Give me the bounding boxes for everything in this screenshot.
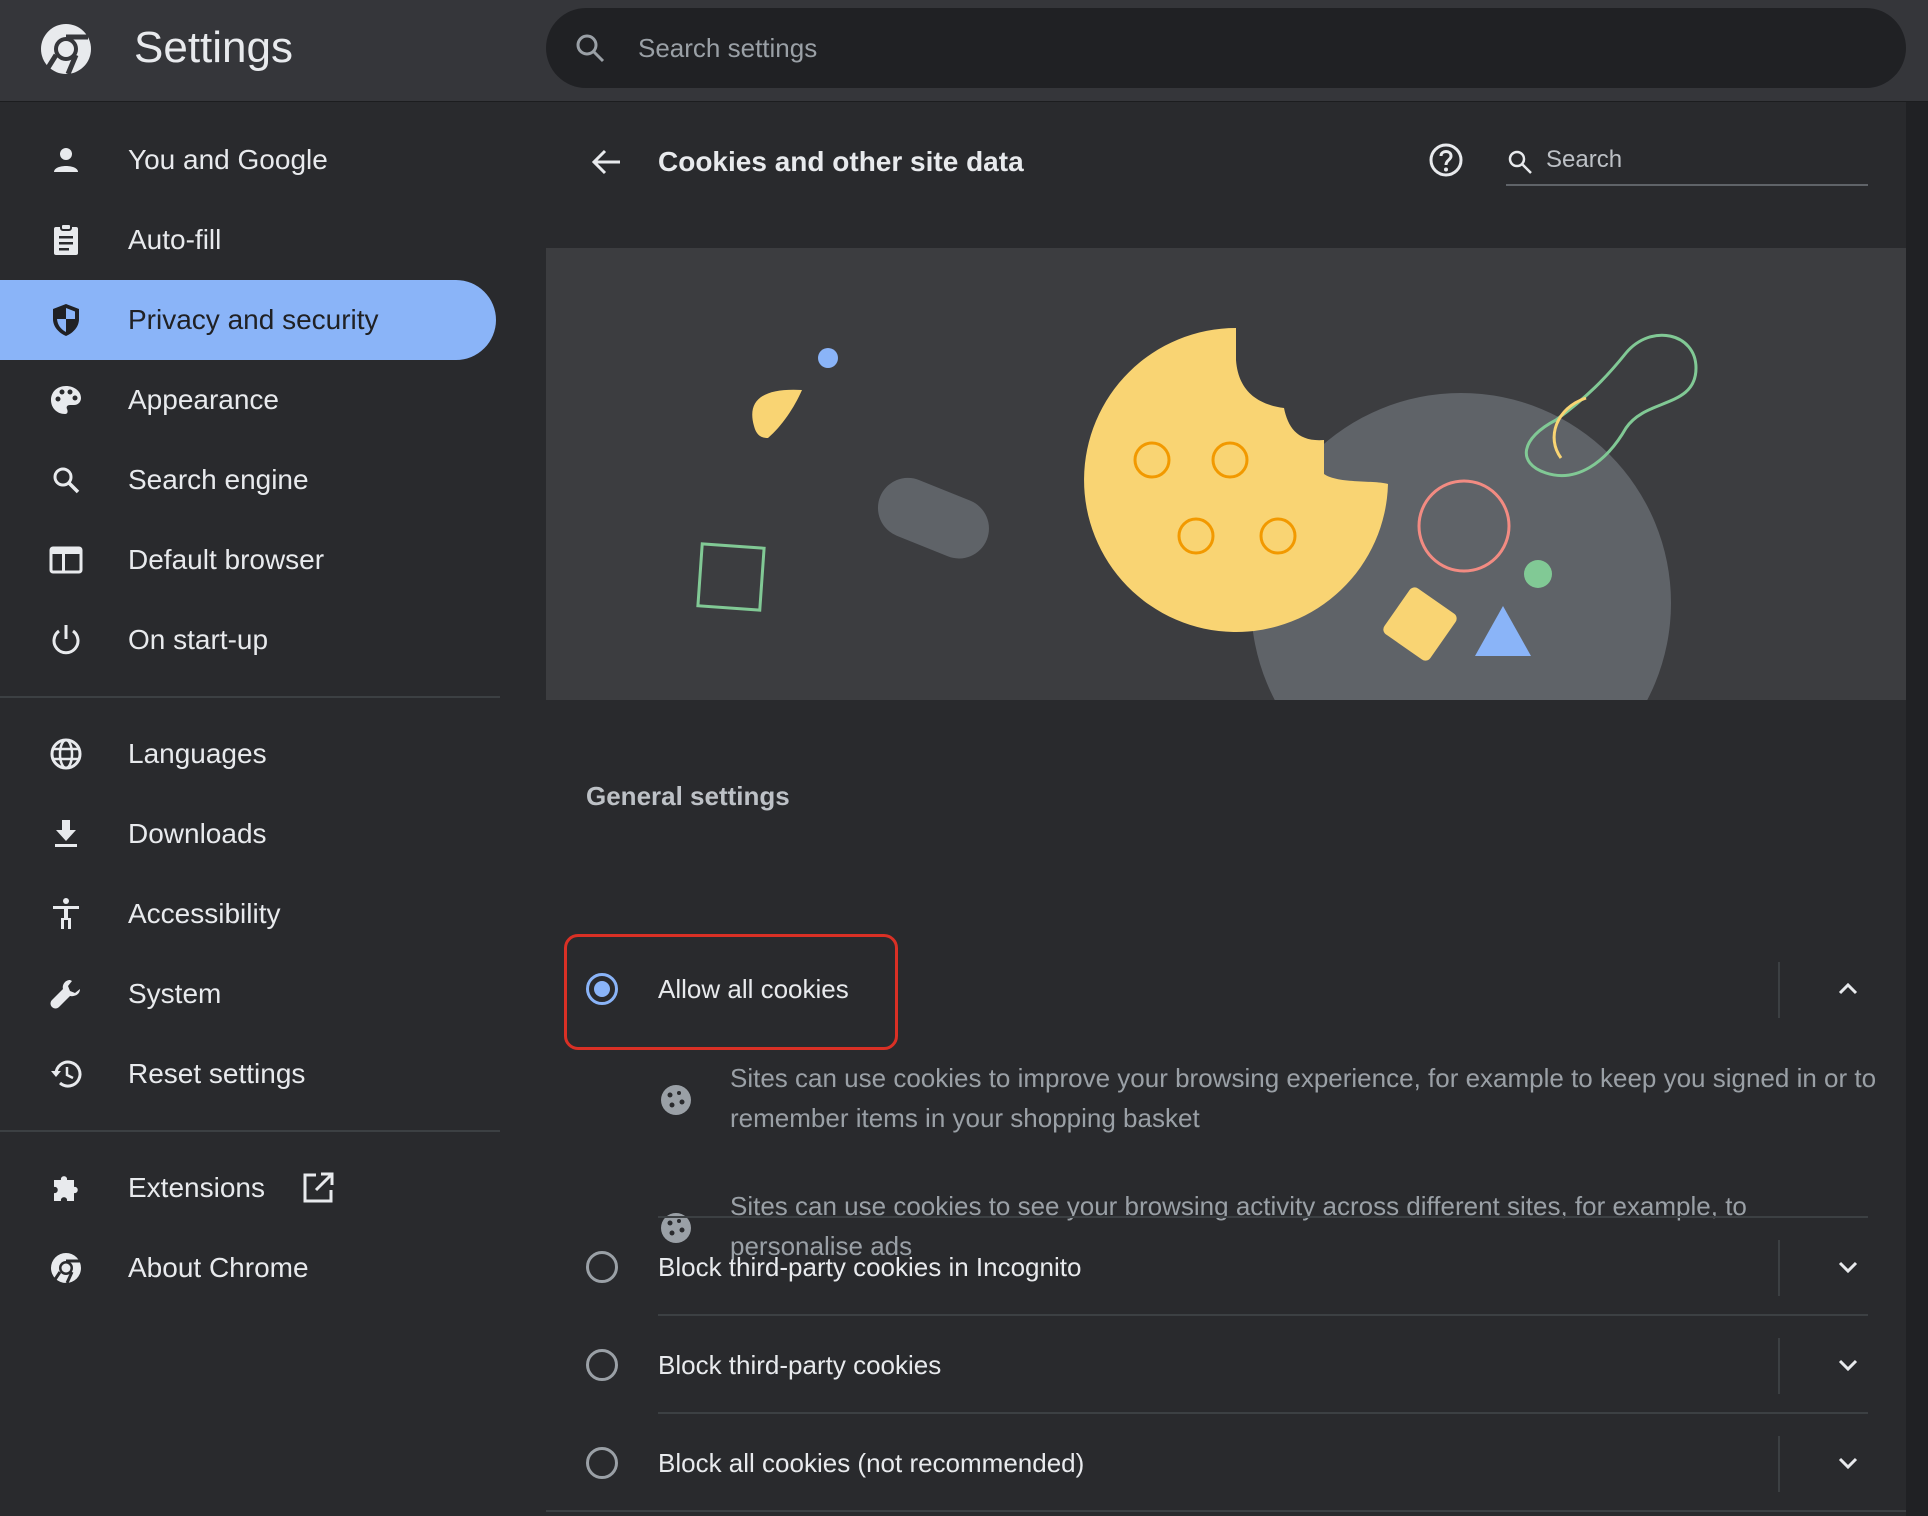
sidebar-item-autofill[interactable]: Auto-fill	[0, 200, 496, 280]
sidebar-item-label: Languages	[128, 738, 267, 769]
sidebar-divider	[0, 1130, 500, 1132]
browser-icon	[49, 546, 83, 574]
sidebar-item-label: Reset settings	[128, 1058, 306, 1089]
accessibility-icon	[53, 898, 79, 929]
cookie-option-block-all[interactable]: Block all cookies (not recommended)	[546, 1414, 1906, 1512]
chevron-down-icon[interactable]	[1830, 1249, 1866, 1285]
sidebar-divider	[0, 696, 500, 698]
sidebar-item-label: Downloads	[128, 818, 267, 849]
sidebar: You and Google Auto-fill Privacy and sec…	[0, 102, 546, 1516]
sidebar-item-languages[interactable]: Languages	[0, 714, 496, 794]
chevron-down-icon[interactable]	[1830, 1445, 1866, 1481]
sidebar-item-label: On start-up	[128, 624, 269, 655]
sidebar-item-label: Privacy and security	[128, 304, 379, 335]
option-divider	[1778, 1338, 1780, 1394]
sidebar-item-label: Search engine	[128, 464, 309, 495]
option-separator	[546, 1510, 1906, 1512]
page-header: Cookies and other site data	[546, 102, 1906, 248]
option-label: Block third-party cookies	[658, 1350, 942, 1380]
sidebar-item-appearance[interactable]: Appearance	[0, 360, 496, 440]
person-icon	[54, 148, 78, 172]
option-label: Allow all cookies	[658, 974, 849, 1004]
sidebar-item-default-browser[interactable]: Default browser	[0, 520, 496, 600]
sidebar-item-label: About Chrome	[128, 1252, 309, 1283]
sidebar-item-privacy-and-security[interactable]: Privacy and security	[0, 280, 496, 360]
top-bar: Settings	[0, 0, 1928, 102]
option-divider	[1778, 1240, 1780, 1296]
palette-icon	[51, 386, 81, 414]
radio-button[interactable]	[586, 973, 618, 1005]
settings-search-bar[interactable]	[546, 8, 1906, 88]
sidebar-item-you-and-google[interactable]: You and Google	[0, 120, 496, 200]
chevron-down-icon[interactable]	[1830, 1347, 1866, 1383]
power-icon	[52, 625, 80, 655]
search-icon	[53, 467, 80, 494]
sidebar-item-label: Accessibility	[128, 898, 281, 929]
sidebar-item-label: Default browser	[128, 544, 325, 575]
sidebar-item-reset-settings[interactable]: Reset settings	[0, 1034, 496, 1114]
cookie-option-allow-all[interactable]: Allow all cookies	[546, 940, 1906, 1038]
cookie-illustration-art	[696, 328, 1698, 700]
cookie-option-block-third-party-incognito[interactable]: Block third-party cookies in Incognito	[546, 1218, 1906, 1316]
site-search-input[interactable]	[1546, 138, 1866, 182]
shield-icon	[53, 304, 79, 336]
option-divider	[1778, 1436, 1780, 1492]
help-icon[interactable]	[1426, 140, 1466, 180]
back-arrow-icon[interactable]	[586, 142, 626, 182]
settings-search-input[interactable]	[638, 8, 1838, 88]
radio-button[interactable]	[586, 1251, 618, 1283]
clipboard-icon	[54, 223, 78, 255]
site-search-field[interactable]	[1506, 138, 1868, 186]
app-title: Settings	[134, 23, 293, 72]
sidebar-item-label: Auto-fill	[128, 224, 222, 255]
option-label: Block all cookies (not recommended)	[658, 1448, 1085, 1478]
option-detail-text: Sites can use cookies to improve your br…	[730, 1063, 1877, 1133]
wrench-icon	[50, 980, 80, 1009]
sidebar-item-label: Extensions	[128, 1172, 265, 1203]
sidebar-item-on-startup[interactable]: On start-up	[0, 600, 496, 680]
search-icon	[576, 34, 605, 63]
option-label: Block third-party cookies in Incognito	[658, 1252, 1082, 1282]
page-title: Cookies and other site data	[658, 146, 1024, 177]
section-heading: General settings	[586, 781, 790, 811]
sidebar-item-label: You and Google	[128, 144, 328, 175]
main-panel: Cookies and other site data G	[546, 102, 1906, 1516]
sidebar-item-label: Appearance	[128, 384, 280, 415]
download-icon	[55, 820, 77, 847]
sidebar-item-system[interactable]: System	[0, 954, 496, 1034]
sidebar-item-extensions[interactable]: Extensions	[0, 1148, 496, 1228]
sidebar-item-label: System	[128, 978, 222, 1009]
option-divider	[1778, 962, 1780, 1018]
chrome-icon	[51, 1253, 81, 1284]
sidebar-item-search-engine[interactable]: Search engine	[0, 440, 496, 520]
open-in-new-icon[interactable]	[300, 1170, 336, 1206]
radio-button[interactable]	[586, 1447, 618, 1479]
radio-button[interactable]	[586, 1349, 618, 1381]
sidebar-item-accessibility[interactable]: Accessibility	[0, 874, 496, 954]
chrome-logo-icon	[41, 24, 91, 75]
cookie-icon	[661, 1085, 691, 1115]
sidebar-item-about-chrome[interactable]: About Chrome	[0, 1228, 496, 1308]
search-icon	[1508, 150, 1532, 174]
puzzle-icon	[54, 1176, 78, 1201]
cookie-option-block-third-party[interactable]: Block third-party cookies	[546, 1316, 1906, 1414]
cookie-illustration	[546, 248, 1906, 700]
chevron-up-icon[interactable]	[1830, 971, 1866, 1007]
globe-icon	[50, 738, 82, 770]
sidebar-item-downloads[interactable]: Downloads	[0, 794, 496, 874]
history-icon	[51, 1060, 82, 1088]
